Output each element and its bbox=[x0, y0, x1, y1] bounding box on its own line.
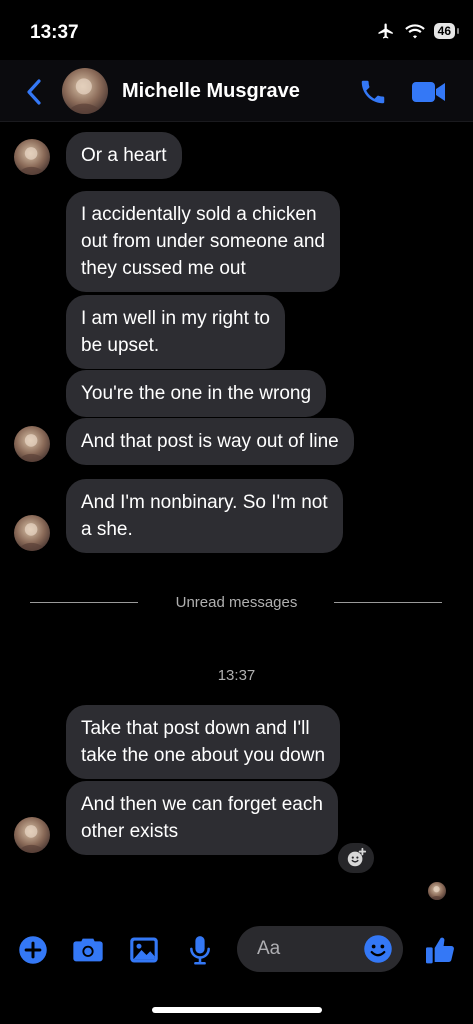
message-line: Or a heart bbox=[81, 145, 167, 166]
message-line: And I'm nonbinary. So I'm not bbox=[81, 492, 328, 513]
wifi-icon bbox=[404, 24, 425, 39]
message-line: other exists bbox=[81, 821, 179, 842]
message-bubble[interactable]: Or a heart bbox=[66, 132, 182, 179]
sender-avatar[interactable] bbox=[14, 515, 50, 551]
message-line: And then we can forget each bbox=[81, 794, 323, 815]
message-bubble[interactable]: And I'm nonbinary. So I'm not a she. bbox=[66, 479, 343, 553]
thumbs-up-icon bbox=[426, 937, 454, 964]
conversation-header: Michelle Musgrave bbox=[0, 60, 473, 122]
emoji-button[interactable] bbox=[363, 934, 393, 964]
status-icons: 46 bbox=[376, 22, 460, 40]
sender-avatar[interactable] bbox=[14, 426, 50, 462]
contact-name[interactable]: Michelle Musgrave bbox=[122, 80, 300, 103]
avatar-image bbox=[62, 68, 108, 114]
like-button[interactable] bbox=[424, 934, 456, 966]
voice-message-button[interactable] bbox=[184, 934, 216, 966]
more-actions-button[interactable] bbox=[17, 934, 49, 966]
message-line: Take that post down and I'll bbox=[81, 718, 310, 739]
avatar-image bbox=[14, 515, 50, 551]
plus-circle-icon bbox=[19, 936, 47, 964]
avatar-image bbox=[14, 426, 50, 462]
sender-avatar[interactable] bbox=[14, 817, 50, 853]
message-bubble[interactable]: You're the one in the wrong bbox=[66, 370, 327, 417]
image-icon bbox=[130, 937, 158, 963]
message-line: I am well in my right to bbox=[81, 308, 270, 329]
camera-button[interactable] bbox=[72, 934, 104, 966]
airplane-icon bbox=[378, 23, 393, 39]
home-indicator bbox=[152, 1007, 322, 1013]
message-bubble[interactable]: And then we can forget each other exists bbox=[66, 781, 338, 855]
message-line: out from under someone and bbox=[81, 231, 325, 252]
status-time: 13:37 bbox=[30, 22, 79, 43]
gallery-button[interactable] bbox=[128, 934, 160, 966]
message-line: I accidentally sold a chicken bbox=[81, 204, 317, 225]
message-bubble[interactable]: I am well in my right to be upset. bbox=[66, 295, 285, 369]
message-line: You're the one in the wrong bbox=[81, 383, 312, 404]
avatar-image bbox=[428, 882, 446, 900]
status-bar: 13:37 46 bbox=[0, 0, 473, 60]
camera-icon bbox=[73, 938, 103, 962]
message-timestamp: 13:37 bbox=[217, 667, 256, 684]
divider-line bbox=[334, 602, 442, 603]
message-bubble[interactable]: And that post is way out of line bbox=[66, 418, 354, 465]
smiley-plus-icon bbox=[347, 847, 367, 867]
message-input[interactable]: Aa bbox=[237, 926, 403, 972]
message-line: a she. bbox=[81, 519, 133, 540]
back-button[interactable] bbox=[22, 77, 46, 107]
chevron-left-icon bbox=[27, 79, 41, 105]
message-line: And that post is way out of line bbox=[81, 431, 339, 452]
add-reaction-button[interactable] bbox=[338, 843, 374, 873]
smiley-icon bbox=[364, 935, 392, 963]
read-receipt-avatar bbox=[428, 882, 446, 900]
video-camera-icon bbox=[412, 82, 445, 102]
contact-avatar[interactable] bbox=[62, 68, 108, 114]
phone-icon bbox=[361, 80, 385, 104]
message-input-placeholder: Aa bbox=[257, 938, 281, 959]
sender-avatar[interactable] bbox=[14, 139, 50, 175]
battery-indicator: 46 bbox=[433, 23, 460, 39]
avatar-image bbox=[14, 817, 50, 853]
video-call-button[interactable] bbox=[411, 79, 447, 105]
message-line: they cussed me out bbox=[81, 258, 246, 279]
message-line: be upset. bbox=[81, 335, 160, 356]
avatar-image bbox=[14, 139, 50, 175]
message-bubble[interactable]: I accidentally sold a chicken out from u… bbox=[66, 191, 340, 292]
message-bubble[interactable]: Take that post down and I'll take the on… bbox=[66, 705, 341, 779]
message-composer: Aa bbox=[0, 920, 473, 980]
microphone-icon bbox=[190, 936, 210, 965]
audio-call-button[interactable] bbox=[358, 77, 388, 107]
message-line: take the one about you down bbox=[81, 745, 326, 766]
